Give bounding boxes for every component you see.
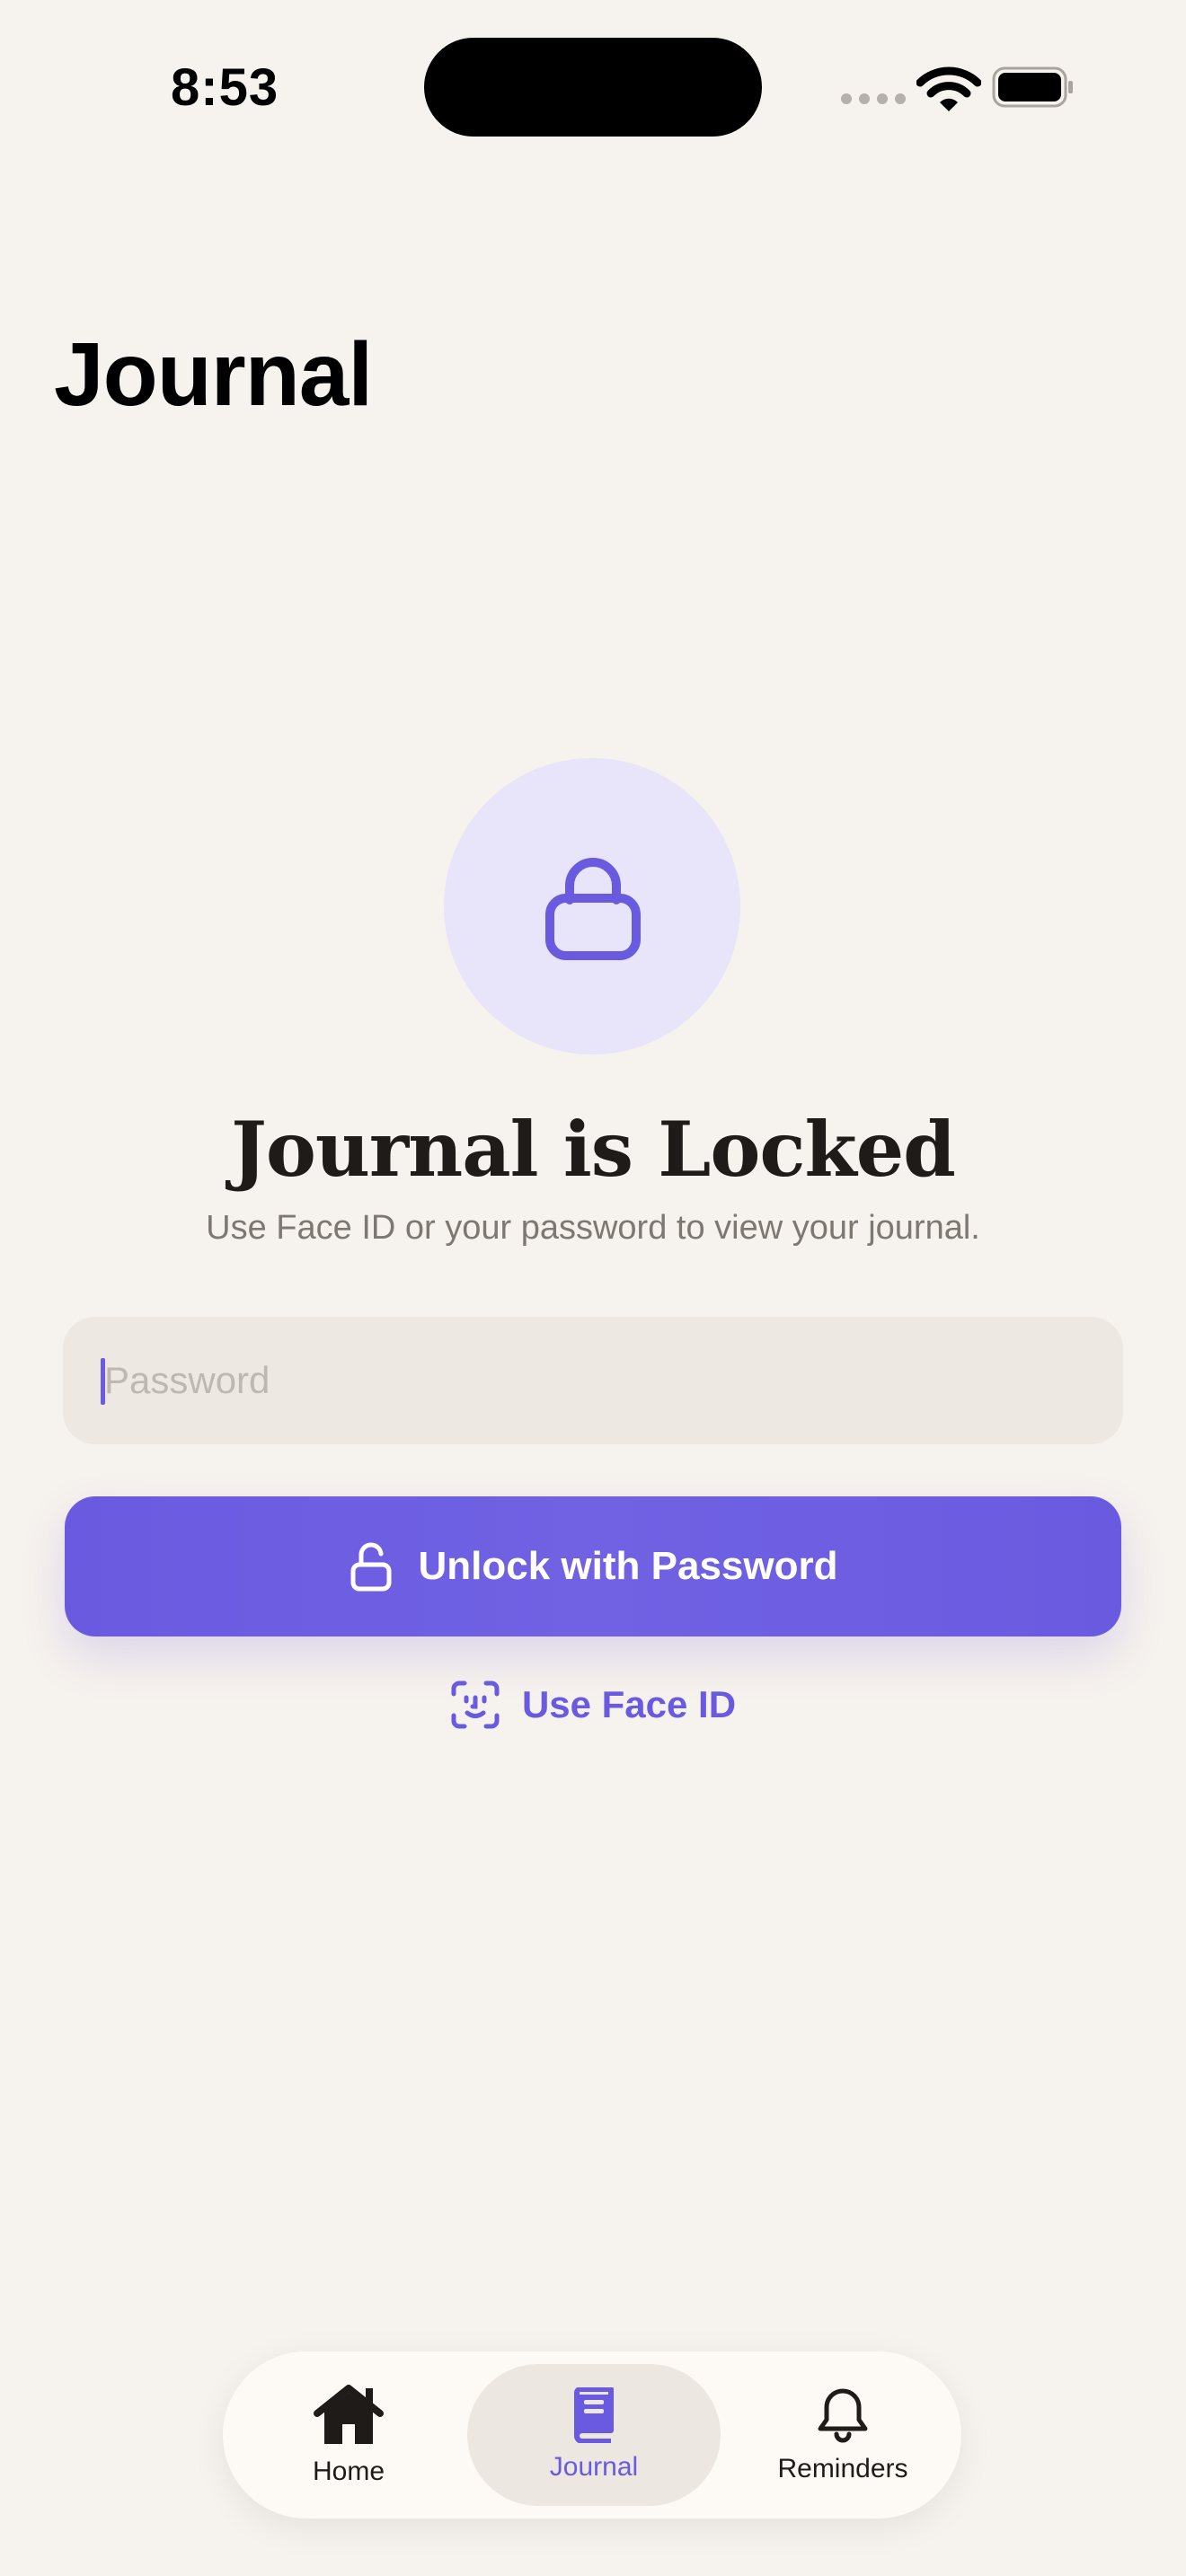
unlock-with-password-button[interactable]: Unlock with Password [65, 1496, 1121, 1636]
bell-icon [818, 2388, 868, 2443]
tab-reminders[interactable]: Reminders [735, 2351, 951, 2519]
tab-journal-label: Journal [549, 2452, 639, 2482]
text-caret [101, 1358, 105, 1405]
lock-icon [545, 858, 641, 960]
use-face-id-button[interactable]: Use Face ID [0, 1680, 1186, 1730]
face-id-label: Use Face ID [521, 1683, 737, 1725]
tab-home[interactable]: Home [250, 2351, 447, 2519]
locked-subtitle: Use Face ID or your password to view you… [206, 1209, 980, 1247]
tab-home-label: Home [312, 2457, 385, 2486]
tab-reminders-label: Reminders [777, 2454, 908, 2483]
locked-title: Journal is Locked [231, 1105, 956, 1194]
status-time: 8:53 [171, 58, 279, 117]
face-id-icon [451, 1681, 500, 1729]
dynamic-island [424, 38, 762, 137]
battery-icon [992, 66, 1073, 108]
password-input[interactable] [102, 1358, 1123, 1403]
password-field[interactable] [63, 1317, 1123, 1444]
house-icon [314, 2385, 384, 2444]
unlock-icon [350, 1542, 391, 1592]
tab-journal[interactable]: Journal [467, 2351, 721, 2519]
book-icon [574, 2387, 614, 2443]
tab-bar: Home Journal Reminders [223, 2351, 961, 2519]
wifi-icon [916, 66, 981, 111]
unlock-button-label: Unlock with Password [418, 1544, 838, 1588]
cellular-signal-icon [841, 93, 906, 104]
page-title: Journal [54, 324, 373, 425]
